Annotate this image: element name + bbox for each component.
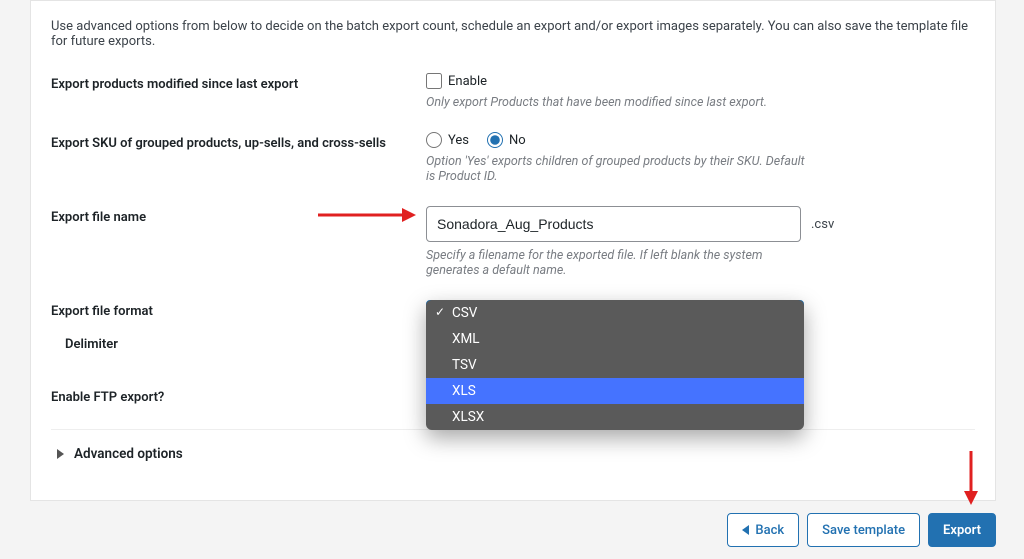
sku-no-label: No bbox=[509, 133, 526, 148]
label-delimiter: Delimiter bbox=[51, 333, 426, 352]
row-modified: Export products modified since last expo… bbox=[51, 73, 975, 110]
enable-checkbox[interactable] bbox=[426, 73, 442, 89]
format-option-tsv[interactable]: TSV bbox=[426, 352, 804, 378]
enable-label: Enable bbox=[448, 74, 487, 89]
label-format: Export file format bbox=[51, 300, 426, 319]
advanced-label: Advanced options bbox=[74, 446, 183, 462]
save-template-button[interactable]: Save template bbox=[807, 513, 920, 547]
help-filename: Specify a filename for the exported file… bbox=[426, 248, 806, 278]
footer-actions: Back Save template Export bbox=[727, 513, 996, 547]
help-sku: Option 'Yes' exports children of grouped… bbox=[426, 154, 806, 184]
sku-yes[interactable]: Yes bbox=[426, 132, 469, 148]
sku-no-radio[interactable] bbox=[487, 132, 503, 148]
row-format: Export file format CSV XML TSV XLS XLSX bbox=[51, 300, 975, 319]
label-filename: Export file name bbox=[51, 206, 426, 225]
chevron-right-icon bbox=[57, 449, 64, 459]
row-sku: Export SKU of grouped products, up-sells… bbox=[51, 132, 975, 184]
back-button[interactable]: Back bbox=[727, 513, 799, 547]
save-template-label: Save template bbox=[822, 523, 905, 538]
label-ftp: Enable FTP export? bbox=[51, 386, 426, 405]
format-option-xlsx[interactable]: XLSX bbox=[426, 404, 804, 430]
sku-yes-label: Yes bbox=[448, 133, 469, 148]
format-dropdown[interactable]: CSV XML TSV XLS XLSX bbox=[426, 300, 804, 430]
row-filename: Export file name .csv Specify a filename… bbox=[51, 206, 975, 278]
format-option-xls[interactable]: XLS bbox=[426, 378, 804, 404]
label-sku: Export SKU of grouped products, up-sells… bbox=[51, 132, 426, 151]
format-option-csv[interactable]: CSV bbox=[426, 300, 804, 326]
label-modified: Export products modified since last expo… bbox=[51, 73, 426, 92]
sku-no[interactable]: No bbox=[487, 132, 526, 148]
row-advanced: Advanced options bbox=[51, 429, 975, 462]
filename-ext: .csv bbox=[811, 217, 834, 232]
format-option-xml[interactable]: XML bbox=[426, 326, 804, 352]
export-button[interactable]: Export bbox=[928, 513, 996, 547]
sku-yes-radio[interactable] bbox=[426, 132, 442, 148]
back-label: Back bbox=[755, 523, 784, 538]
chevron-left-icon bbox=[742, 525, 749, 535]
intro-text: Use advanced options from below to decid… bbox=[51, 19, 975, 49]
help-modified: Only export Products that have been modi… bbox=[426, 95, 806, 110]
enable-checkbox-wrap[interactable]: Enable bbox=[426, 73, 975, 89]
advanced-toggle[interactable]: Advanced options bbox=[51, 446, 975, 462]
filename-input[interactable] bbox=[426, 206, 801, 242]
export-label: Export bbox=[943, 523, 981, 538]
